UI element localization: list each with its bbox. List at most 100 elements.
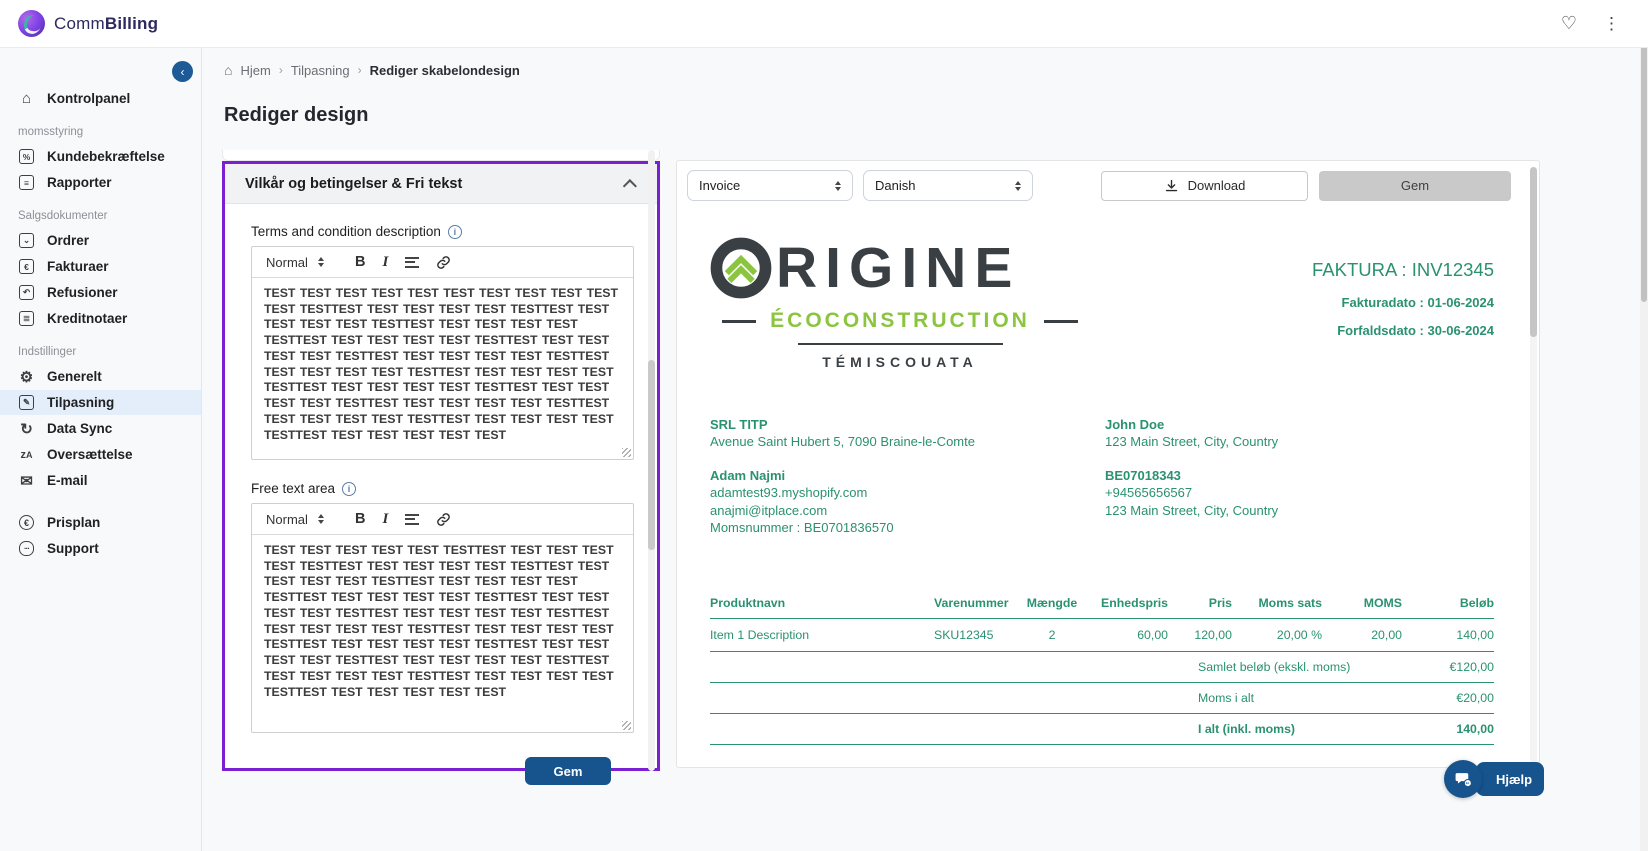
seller-vat: Momsnummer : BE0701836570 <box>710 519 1105 536</box>
sidebar-item-label: E-mail <box>47 473 88 488</box>
sidebar-item-kundebekraeftelse[interactable]: % Kundebekræftelse <box>0 144 201 169</box>
terms-textarea[interactable]: TEST TEST TEST TEST TEST TEST TEST TEST … <box>252 278 633 459</box>
sidebar-item-prisplan[interactable]: € Prisplan <box>0 510 201 535</box>
invoice-table-header: Produktnavn Varenummer Mængde Enhedspris… <box>710 596 1494 618</box>
cell-amount: 140,00 <box>1402 628 1494 642</box>
col-maengde: Mængde <box>1024 596 1080 610</box>
resize-handle[interactable] <box>622 721 631 730</box>
brand-billing: Billing <box>105 14 158 33</box>
logo-divider <box>798 343 1003 345</box>
breadcrumb-separator: › <box>279 63 283 77</box>
info-icon[interactable]: i <box>342 482 356 496</box>
bold-button[interactable]: B <box>355 511 365 527</box>
sidebar-item-data-sync[interactable]: ↻ Data Sync <box>0 416 201 441</box>
cell-vat-rate: 20,00 % <box>1232 628 1322 642</box>
document-type-select[interactable]: Invoice <box>687 170 853 201</box>
kebab-menu-icon[interactable]: ⋮ <box>1603 14 1620 34</box>
sidebar-item-label: Kreditnotaer <box>47 311 127 326</box>
sidebar-item-fakturaer[interactable]: € Fakturaer <box>0 254 201 279</box>
sidebar-item-email[interactable]: ✉ E-mail <box>0 468 201 493</box>
language-select[interactable]: Danish <box>863 170 1033 201</box>
chevron-up-icon <box>623 179 637 193</box>
page-scrollbar[interactable] <box>1640 0 1648 851</box>
col-moms: MOMS <box>1322 596 1402 610</box>
breadcrumb-tilpasning[interactable]: Tilpasning <box>291 63 350 78</box>
commbilling-logo-icon <box>18 10 45 37</box>
refund-arrow-icon: ↶ <box>18 285 35 300</box>
style-dropdown[interactable]: Normal <box>266 255 338 270</box>
total-value: 140,00 <box>1398 722 1494 736</box>
resize-handle[interactable] <box>622 448 631 457</box>
sidebar-item-generelt[interactable]: ⚙ Generelt <box>0 364 201 389</box>
customize-document-icon: ✎ <box>18 395 35 410</box>
receipt-percent-icon: % <box>18 149 35 164</box>
sidebar-item-kreditnotaer[interactable]: ≣ Kreditnotaer <box>0 306 201 331</box>
total-label: I alt (inkl. moms) <box>1198 722 1398 736</box>
sidebar-item-ordrer[interactable]: ⌄ Ordrer <box>0 228 201 253</box>
breadcrumb-home-icon: ⌂ <box>224 62 232 78</box>
seller-address: Avenue Saint Hubert 5, 7090 Braine-le-Co… <box>710 433 1105 450</box>
align-button[interactable] <box>405 514 419 525</box>
save-button[interactable]: Gem <box>525 757 611 785</box>
sidebar-item-label: Data Sync <box>47 421 112 436</box>
sidebar-item-kontrolpanel[interactable]: ⌂ Kontrolpanel <box>0 86 201 111</box>
chat-help-button[interactable] <box>1444 760 1482 798</box>
breadcrumb-hjem[interactable]: Hjem <box>240 63 270 78</box>
logo-dash <box>722 320 756 323</box>
brand-logo[interactable]: CommBilling <box>18 10 158 37</box>
preview-scrollbar[interactable] <box>1530 167 1537 763</box>
origine-logo: RIGINE ÉCOCONSTRUCTION TÉMISCOUATA <box>710 237 1090 370</box>
sidebar-item-rapporter[interactable]: ≡ Rapporter <box>0 170 201 195</box>
panel-accordion-header[interactable]: Vilkår og betingelser & Fri tekst <box>225 164 657 204</box>
download-button[interactable]: Download <box>1101 171 1308 201</box>
panel-scrollbar[interactable] <box>648 150 655 771</box>
translate-icon: zA <box>18 449 35 461</box>
cell-product: Item 1 Description <box>710 628 934 642</box>
help-button[interactable]: Hjælp <box>1476 762 1544 796</box>
sidebar-item-label: Refusioner <box>47 285 118 300</box>
seller-block: SRL TITP Avenue Saint Hubert 5, 7090 Bra… <box>710 416 1105 536</box>
bold-button[interactable]: B <box>355 254 365 270</box>
panel-title: Vilkår og betingelser & Fri tekst <box>245 176 462 192</box>
sidebar-item-label: Support <box>47 541 99 556</box>
invoice-number: FAKTURA : INV12345 <box>1312 259 1494 281</box>
link-button[interactable] <box>436 255 451 270</box>
preview-save-button[interactable]: Gem <box>1319 171 1511 201</box>
help-widget: Hjælp <box>1444 760 1544 798</box>
logo-temiscouata: TÉMISCOUATA <box>710 354 1090 370</box>
link-icon <box>436 512 451 527</box>
align-button[interactable] <box>405 257 419 268</box>
sidebar-item-label: Generelt <box>47 369 102 384</box>
info-icon[interactable]: i <box>448 225 462 239</box>
total-label: Moms i alt <box>1198 691 1398 705</box>
cell-price: 120,00 <box>1168 628 1232 642</box>
style-dropdown[interactable]: Normal <box>266 512 338 527</box>
sidebar-item-label: Ordrer <box>47 233 89 248</box>
logo-ecoconstruction: ÉCOCONSTRUCTION <box>770 309 1030 333</box>
italic-button[interactable]: I <box>382 511 388 528</box>
free-textarea[interactable]: TEST TEST TEST TEST TEST TESTTEST TEST T… <box>252 535 633 732</box>
chevron-updown-icon <box>835 181 841 191</box>
top-bar: CommBilling ♡ ⋮ <box>0 0 1648 48</box>
total-row-grand-total: I alt (inkl. moms) 140,00 <box>710 713 1494 744</box>
gear-icon: ⚙ <box>18 368 35 386</box>
link-button[interactable] <box>436 512 451 527</box>
italic-button[interactable]: I <box>382 254 388 271</box>
col-produktnavn: Produktnavn <box>710 596 934 610</box>
sidebar-item-support[interactable]: ··· Support <box>0 536 201 561</box>
sidebar-item-label: Prisplan <box>47 515 100 530</box>
sidebar-item-oversaettelse[interactable]: zA Oversættelse <box>0 442 201 467</box>
cell-vat: 20,00 <box>1322 628 1402 642</box>
terms-editor-toolbar: Normal B I <box>252 247 633 278</box>
chat-bubble-icon: ··· <box>18 541 35 556</box>
favorite-heart-icon[interactable]: ♡ <box>1561 13 1577 34</box>
report-document-icon: ≡ <box>18 175 35 190</box>
sidebar-collapse-button[interactable]: ‹ <box>172 61 193 82</box>
buyer-phone: +94565656567 <box>1105 484 1278 501</box>
sidebar-section-indstillinger: Indstillinger <box>0 332 201 364</box>
col-enhedspris: Enhedspris <box>1080 596 1168 610</box>
chat-icon <box>1454 770 1473 789</box>
sidebar-item-tilpasning[interactable]: ✎ Tilpasning <box>0 390 201 415</box>
sidebar-item-label: Kontrolpanel <box>47 91 130 106</box>
sidebar-item-refusioner[interactable]: ↶ Refusioner <box>0 280 201 305</box>
